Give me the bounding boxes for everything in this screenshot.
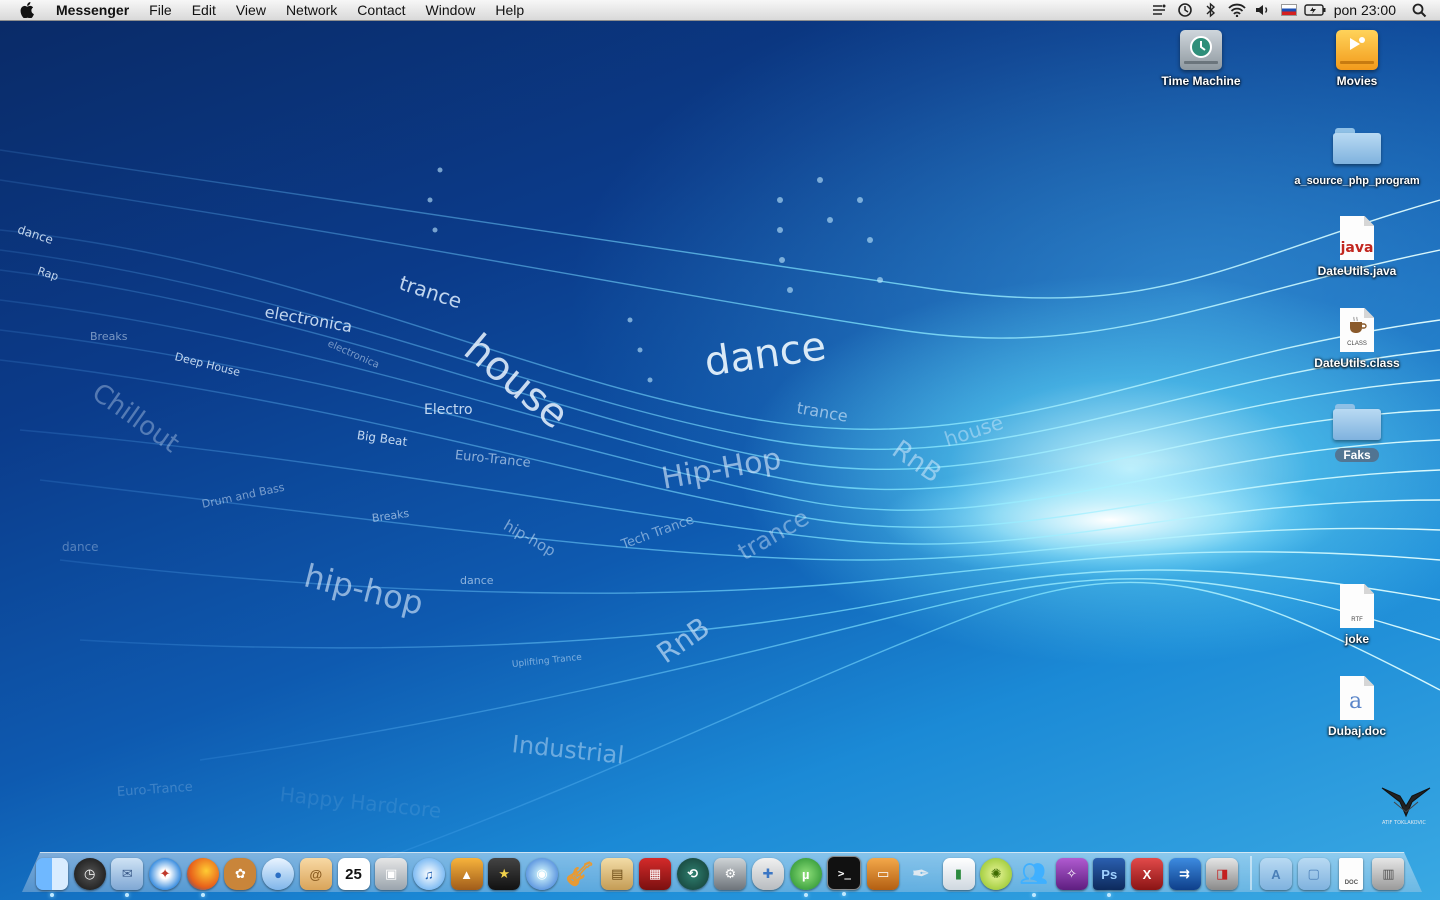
dock-garageband-icon[interactable]: 🎸︎ (564, 858, 596, 890)
wifi-icon[interactable] (1224, 0, 1250, 21)
desktop-icon-movies[interactable]: Movies (1287, 30, 1427, 90)
rtf-file-icon: RTF (1340, 584, 1374, 628)
dock-parallels-icon[interactable]: ⇉ (1168, 858, 1201, 890)
spotlight-search-icon[interactable] (1406, 0, 1432, 21)
java-file-icon: java (1340, 216, 1374, 260)
dock-firefox-icon[interactable] (186, 858, 219, 897)
menu-help[interactable]: Help (485, 0, 534, 21)
input-language-flag-icon[interactable] (1276, 0, 1302, 21)
dock-mail-icon[interactable]: ✉ (111, 858, 144, 897)
menu-clock[interactable]: pon 23:00 (1328, 2, 1406, 18)
dock-dvd-player-icon[interactable]: ◉ (525, 858, 558, 890)
dock-preview-icon[interactable]: ▣ (375, 858, 408, 890)
dock-cisco-icon[interactable]: ✺ (980, 858, 1013, 890)
desktop-icon-dateutils-class[interactable]: CLASS DateUtils.class (1287, 308, 1427, 372)
desktop-icon-label: Time Machine (1161, 74, 1241, 88)
wallpaper-light-streaks (0, 149, 1440, 861)
desktop-icon-joke[interactable]: RTF joke (1287, 584, 1427, 648)
menu-bar: Messenger File Edit View Network Contact… (0, 0, 1440, 21)
svg-text:a: a (1349, 689, 1362, 712)
menu-view[interactable]: View (226, 0, 276, 21)
desktop-wallpaper: dance Rap trance electronica house Break… (0, 0, 1440, 900)
menu-network[interactable]: Network (276, 0, 347, 21)
dock-imovie-icon[interactable]: ★ (488, 858, 521, 890)
folder-icon (1333, 404, 1381, 440)
apple-menu-icon[interactable] (18, 1, 36, 19)
wallpaper-word: Electro (424, 402, 473, 418)
desktop-icon-label: Movies (1336, 74, 1378, 88)
dock-address-book-icon[interactable]: @ (299, 858, 332, 890)
wallpaper-word: Breaks (90, 330, 128, 343)
dock-downloads-stack-icon[interactable]: DOC (1339, 858, 1364, 890)
dock: ◷ ✉ ✦ ✿ ● @ 25 ▣ ♫ ▲ ★ ◉ 🎸︎ ▤ ▦ ⟲ ⚙ ✚ µ … (36, 850, 1410, 897)
wallpaper-word: dance (460, 574, 494, 587)
desktop-icon-dateutils-java[interactable]: java DateUtils.java (1287, 216, 1427, 280)
desktop-icon-label: joke (1344, 632, 1369, 646)
dock-script-editor-icon[interactable]: ✒ (905, 858, 937, 890)
menu-app-messenger[interactable]: Messenger (48, 0, 139, 21)
wallpaper-word: dance (62, 540, 99, 554)
dock-keynote-icon[interactable]: ▭ (867, 858, 900, 890)
dock-itunes-icon[interactable]: ♫ (412, 858, 445, 890)
dock-dreamweaver-icon[interactable]: ✧ (1055, 858, 1088, 890)
dock-system-preferences-icon[interactable]: ⚙ (714, 858, 747, 890)
desktop-icon-time-machine[interactable]: Time Machine (1131, 30, 1271, 90)
time-machine-menu-icon[interactable] (1172, 0, 1198, 21)
dock-crossover-icon[interactable]: X (1130, 858, 1163, 890)
folder-icon (1333, 128, 1381, 164)
desktop-icon-faks[interactable]: Faks (1287, 398, 1427, 464)
dock-iweb-icon[interactable]: ▤ (601, 858, 634, 890)
dock-ichat-icon[interactable]: ● (262, 858, 295, 890)
desktop-icon-label: DateUtils.java (1317, 264, 1397, 278)
menu-edit[interactable]: Edit (182, 0, 226, 21)
dock-photoshop-icon[interactable]: Ps (1093, 858, 1126, 897)
volume-icon[interactable] (1250, 0, 1276, 21)
dock-finder-icon[interactable] (36, 858, 68, 897)
menu-contact[interactable]: Contact (347, 0, 415, 21)
dock-utorrent-icon[interactable]: µ (789, 858, 822, 897)
desktop-icon-label: DateUtils.class (1314, 356, 1400, 370)
battery-icon[interactable] (1302, 0, 1328, 21)
dock-adium-icon[interactable]: ✿ (224, 858, 257, 890)
dock-ical-icon[interactable]: 25 (337, 858, 370, 890)
desktop-icon-a-source-php-program[interactable]: a_source_php_program (1287, 122, 1427, 189)
dock-vmware-fusion-icon[interactable]: ◨ (1206, 858, 1239, 890)
menu-window[interactable]: Window (416, 0, 486, 21)
movies-drive-icon (1336, 30, 1378, 70)
dock-numbers-icon[interactable]: ▮ (942, 858, 975, 890)
class-file-icon: CLASS (1340, 308, 1374, 352)
desktop-icon-label: Faks (1335, 448, 1379, 462)
dock-time-machine-icon[interactable]: ⟲ (676, 858, 709, 890)
desktop-icon-label: Dubaj.doc (1327, 724, 1386, 738)
wallpaper-signature-logo: ATIF TOKLAKOVIC (1380, 780, 1440, 826)
doc-file-icon: a (1340, 676, 1374, 720)
time-machine-drive-icon (1180, 30, 1222, 70)
dock-trash-icon[interactable]: ▥ (1372, 858, 1405, 890)
desktop-icon-label: a_source_php_program (1294, 175, 1420, 187)
bluetooth-icon[interactable] (1198, 0, 1224, 21)
dock-applications-stack-icon[interactable]: A (1260, 858, 1292, 890)
desktop-icon-dubaj-doc[interactable]: a Dubaj.doc (1287, 676, 1427, 740)
dock-dashboard-icon[interactable]: ◷ (73, 858, 106, 890)
dock-messenger-icon[interactable]: 👥︎ (1018, 858, 1050, 897)
svg-text:ATIF TOKLAKOVIC: ATIF TOKLAKOVIC (1382, 820, 1426, 826)
dock-iphoto-icon[interactable]: ▲ (450, 858, 483, 890)
dock-safari-icon[interactable]: ✦ (149, 858, 182, 890)
menu-file[interactable]: File (139, 0, 182, 21)
dock-photo-booth-icon[interactable]: ▦ (639, 858, 671, 890)
dock-disk-utility-icon[interactable]: ✚ (752, 858, 785, 890)
dock-documents-stack-icon[interactable]: ▢ (1297, 858, 1330, 890)
network-status-icon[interactable] (1146, 0, 1172, 21)
dock-divider (1250, 856, 1252, 890)
dock-terminal-icon[interactable]: >_ (827, 856, 862, 896)
